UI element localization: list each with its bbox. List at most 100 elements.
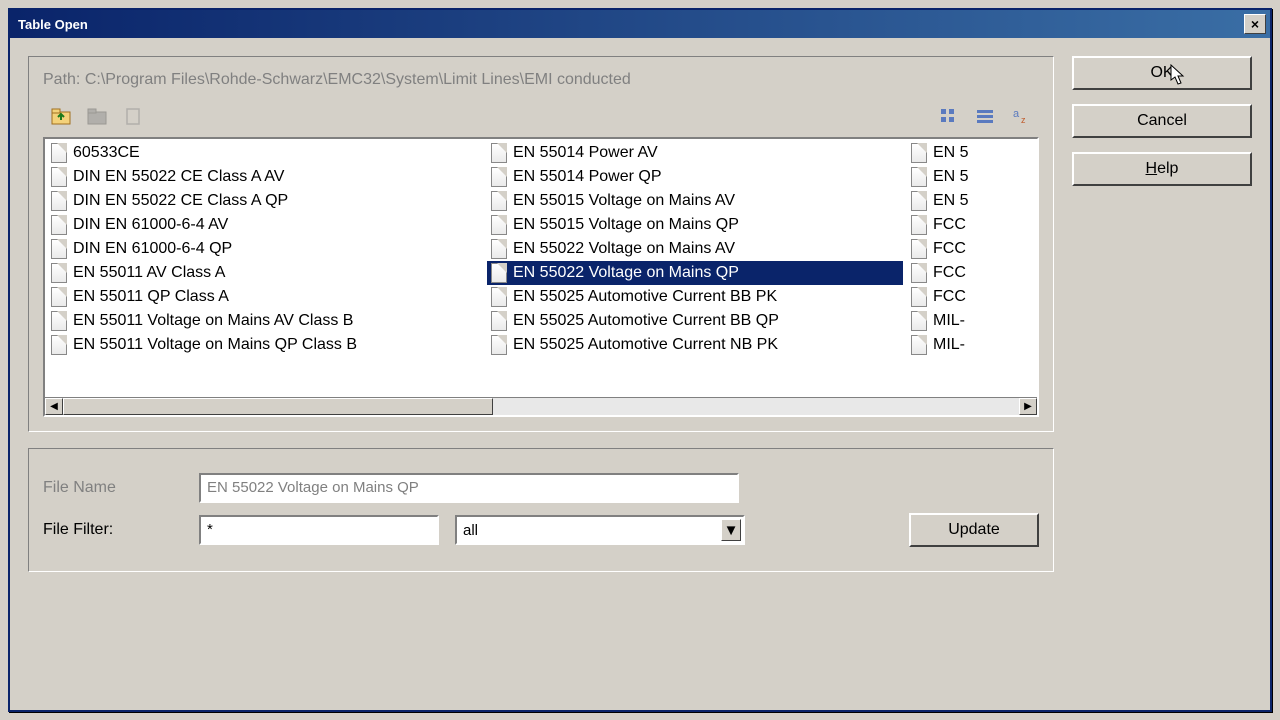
list-item[interactable]: FCC bbox=[907, 285, 1023, 309]
list-item-label: EN 55014 Power QP bbox=[513, 168, 662, 186]
file-filter-label: File Filter: bbox=[43, 521, 183, 539]
list-item-label: FCC bbox=[933, 288, 966, 306]
list-item[interactable]: DIN EN 55022 CE Class A AV bbox=[47, 165, 483, 189]
file-icon bbox=[911, 143, 927, 163]
file-icon bbox=[911, 311, 927, 331]
list-item[interactable]: EN 55025 Automotive Current BB PK bbox=[487, 285, 903, 309]
list-item[interactable]: EN 55015 Voltage on Mains AV bbox=[487, 189, 903, 213]
list-item[interactable]: EN 55022 Voltage on Mains QP bbox=[487, 261, 903, 285]
list-item-label: MIL- bbox=[933, 312, 965, 330]
help-button[interactable]: Help bbox=[1072, 152, 1252, 186]
list-item-label: EN 55022 Voltage on Mains AV bbox=[513, 240, 735, 258]
list-item[interactable]: 60533CE bbox=[47, 141, 483, 165]
list-item[interactable]: EN 55014 Power AV bbox=[487, 141, 903, 165]
list-item[interactable]: DIN EN 55022 CE Class A QP bbox=[47, 189, 483, 213]
svg-text:a: a bbox=[1013, 108, 1020, 120]
list-item-label: EN 55011 AV Class A bbox=[73, 264, 225, 282]
table-open-dialog: Table Open × Path: C:\Program Files\Rohd… bbox=[8, 8, 1272, 712]
file-icon bbox=[491, 239, 507, 259]
list-item-label: EN 55014 Power AV bbox=[513, 144, 658, 162]
list-item-label: DIN EN 55022 CE Class A AV bbox=[73, 168, 284, 186]
list-item-label: EN 55015 Voltage on Mains QP bbox=[513, 216, 739, 234]
file-icon bbox=[911, 239, 927, 259]
file-icon bbox=[911, 335, 927, 355]
up-folder-icon[interactable] bbox=[47, 103, 75, 129]
view-list-icon[interactable] bbox=[971, 103, 999, 129]
list-item[interactable]: DIN EN 61000-6-4 QP bbox=[47, 237, 483, 261]
list-item[interactable]: EN 55011 Voltage on Mains QP Class B bbox=[47, 333, 483, 357]
file-name-field[interactable]: EN 55022 Voltage on Mains QP bbox=[199, 473, 739, 503]
file-icon bbox=[491, 191, 507, 211]
list-item[interactable]: EN 5 bbox=[907, 189, 1023, 213]
file-icon bbox=[491, 167, 507, 187]
update-button[interactable]: Update bbox=[909, 513, 1039, 547]
file-icon bbox=[51, 167, 67, 187]
file-icon bbox=[491, 263, 507, 283]
list-item-label: EN 55011 Voltage on Mains QP Class B bbox=[73, 336, 357, 354]
file-icon bbox=[51, 311, 67, 331]
list-item[interactable]: DIN EN 61000-6-4 AV bbox=[47, 213, 483, 237]
scroll-right-icon[interactable]: ▶ bbox=[1019, 398, 1037, 415]
list-item-label: EN 55025 Automotive Current NB PK bbox=[513, 336, 778, 354]
file-icon bbox=[911, 167, 927, 187]
file-icon bbox=[491, 143, 507, 163]
list-item[interactable]: EN 55015 Voltage on Mains QP bbox=[487, 213, 903, 237]
list-item-label: MIL- bbox=[933, 336, 965, 354]
view-icons-icon[interactable] bbox=[935, 103, 963, 129]
list-item[interactable]: EN 55011 AV Class A bbox=[47, 261, 483, 285]
list-item-label: EN 55011 QP Class A bbox=[73, 288, 229, 306]
file-filter-type-select[interactable]: all ▼ bbox=[455, 515, 745, 545]
ok-button[interactable]: OK bbox=[1072, 56, 1252, 90]
close-button[interactable]: × bbox=[1244, 14, 1266, 34]
view-details-icon[interactable]: az bbox=[1007, 103, 1035, 129]
file-list[interactable]: 60533CE DIN EN 55022 CE Class A AV DIN EN … bbox=[43, 137, 1039, 417]
list-item[interactable]: EN 55011 Voltage on Mains AV Class B bbox=[47, 309, 483, 333]
file-icon bbox=[51, 239, 67, 259]
list-item[interactable]: FCC bbox=[907, 261, 1023, 285]
list-item[interactable]: EN 5 bbox=[907, 165, 1023, 189]
list-item-label: EN 55025 Automotive Current BB QP bbox=[513, 312, 779, 330]
new-folder-icon[interactable] bbox=[83, 103, 111, 129]
file-icon bbox=[491, 311, 507, 331]
scroll-left-icon[interactable]: ◀ bbox=[45, 398, 63, 415]
file-icon bbox=[911, 263, 927, 283]
toolbar: az bbox=[43, 101, 1039, 131]
file-icon bbox=[51, 191, 67, 211]
list-item[interactable]: FCC bbox=[907, 237, 1023, 261]
list-item[interactable]: EN 5 bbox=[907, 141, 1023, 165]
list-item-label: EN 5 bbox=[933, 168, 969, 186]
list-item-label: EN 5 bbox=[933, 144, 969, 162]
window-title: Table Open bbox=[18, 17, 88, 32]
list-item-label: 60533CE bbox=[73, 144, 140, 162]
horizontal-scrollbar[interactable]: ◀ ▶ bbox=[45, 397, 1037, 415]
list-item[interactable]: FCC bbox=[907, 213, 1023, 237]
file-icon bbox=[51, 215, 67, 235]
file-name-label: File Name bbox=[43, 479, 183, 497]
file-icon bbox=[911, 215, 927, 235]
cancel-button[interactable]: Cancel bbox=[1072, 104, 1252, 138]
list-item-label: EN 5 bbox=[933, 192, 969, 210]
list-item-label: EN 55015 Voltage on Mains AV bbox=[513, 192, 735, 210]
list-item[interactable]: EN 55022 Voltage on Mains AV bbox=[487, 237, 903, 261]
file-filter-pattern-input[interactable]: * bbox=[199, 515, 439, 545]
file-icon bbox=[491, 287, 507, 307]
scroll-thumb[interactable] bbox=[63, 398, 493, 415]
list-item[interactable]: EN 55014 Power QP bbox=[487, 165, 903, 189]
file-icon bbox=[911, 287, 927, 307]
file-icon bbox=[491, 335, 507, 355]
list-item[interactable]: MIL- bbox=[907, 309, 1023, 333]
list-item-label: EN 55022 Voltage on Mains QP bbox=[513, 264, 739, 282]
list-item[interactable]: EN 55025 Automotive Current NB PK bbox=[487, 333, 903, 357]
file-icon bbox=[51, 263, 67, 283]
list-item[interactable]: EN 55011 QP Class A bbox=[47, 285, 483, 309]
path-display: Path: C:\Program Files\Rohde-Schwarz\EMC… bbox=[43, 71, 1039, 89]
list-item-label: FCC bbox=[933, 216, 966, 234]
list-item[interactable]: EN 55025 Automotive Current BB QP bbox=[487, 309, 903, 333]
list-item-label: EN 55025 Automotive Current BB PK bbox=[513, 288, 777, 306]
list-item[interactable]: MIL- bbox=[907, 333, 1023, 357]
list-item-label: FCC bbox=[933, 240, 966, 258]
delete-icon[interactable] bbox=[119, 103, 147, 129]
svg-text:z: z bbox=[1021, 115, 1026, 125]
chevron-down-icon: ▼ bbox=[721, 519, 741, 541]
list-item-label: DIN EN 61000-6-4 AV bbox=[73, 216, 228, 234]
